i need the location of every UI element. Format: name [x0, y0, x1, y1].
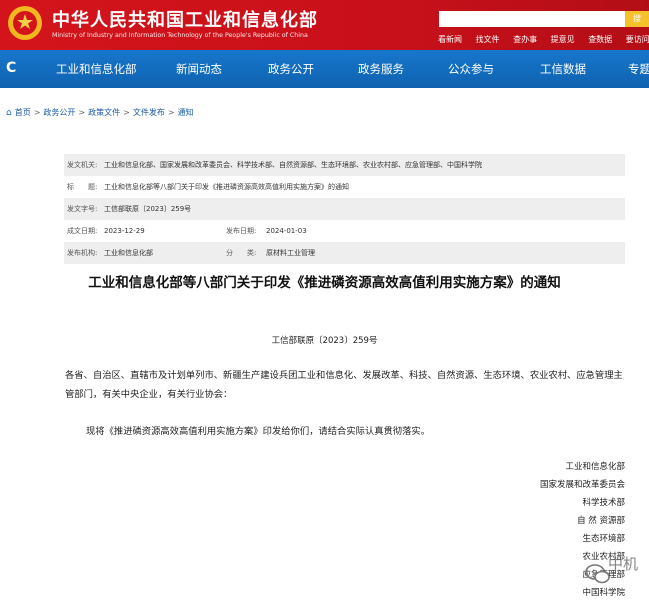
- search-input[interactable]: [439, 11, 625, 27]
- doc-no-label: 发文字号:: [67, 205, 98, 213]
- article-addressees: 各省、自治区、直辖市及计划单列市、新疆生产建设兵团工业和信息化、发展改革、科技、…: [65, 370, 623, 400]
- site-header: 中华人民共和国工业和信息化部 Ministry of Industry and …: [0, 0, 649, 50]
- home-icon: ⌂: [6, 108, 12, 118]
- title-value: 工业和信息化部等八部门关于印发《推进磷资源高效高值利用实施方案》的通知: [104, 183, 349, 191]
- category-label: 分 类:: [226, 249, 257, 257]
- meta-row-dates: 成文日期: 2023-12-29 发布日期: 2024-01-03: [64, 220, 625, 242]
- nav-item-gov-services[interactable]: 政务服务: [358, 61, 404, 77]
- org-value: 工业和信息化部: [104, 249, 153, 257]
- article-doc-number: 工信部联原〔2023〕259号: [271, 336, 378, 346]
- breadcrumb: ⌂ 首页 > 政务公开 > 政策文件 > 文件发布 > 通知: [6, 107, 194, 118]
- nav-item-gov-affairs[interactable]: 政务公开: [268, 61, 314, 77]
- breadcrumb-separator: >: [78, 108, 86, 117]
- doc-no-value: 工信部联原〔2023〕259号: [104, 205, 192, 213]
- top-link-feedback[interactable]: 提意见: [551, 35, 575, 44]
- document-meta: 发文机关: 工业和信息化部、国家发展和改革委员会、科学技术部、自然资源部、生态环…: [64, 154, 625, 264]
- main-nav: C 工业和信息化部 新闻动态 政务公开 政务服务 公众参与 工信数据 专题: [0, 50, 649, 88]
- signer: 生态环境部: [582, 534, 625, 544]
- meta-row-title: 标 题: 工业和信息化部等八部门关于印发《推进磷资源高效高值利用实施方案》的通知: [64, 176, 625, 198]
- breadcrumb-notice[interactable]: 通知: [178, 108, 194, 117]
- top-link-services[interactable]: 查办事: [513, 35, 537, 44]
- breadcrumb-home[interactable]: 首页: [15, 108, 31, 117]
- written-date-label: 成文日期:: [67, 227, 98, 235]
- signer: 国家发展和改革委员会: [539, 480, 625, 490]
- published-date-value: 2024-01-03: [266, 227, 307, 235]
- published-date-label: 发布日期:: [226, 227, 257, 235]
- nav-item-news[interactable]: 新闻动态: [176, 61, 222, 77]
- breadcrumb-policy[interactable]: 政策文件: [88, 108, 120, 117]
- issuer-value: 工业和信息化部、国家发展和改革委员会、科学技术部、自然资源部、生态环境部、农业农…: [104, 161, 482, 169]
- breadcrumb-separator: >: [123, 108, 130, 117]
- issuer-label: 发文机关:: [67, 161, 98, 169]
- meta-row-docno: 发文字号: 工信部联原〔2023〕259号: [64, 198, 625, 220]
- nav-logo-icon[interactable]: C: [6, 60, 16, 76]
- nav-item-ministry[interactable]: 工业和信息化部: [56, 61, 137, 77]
- nav-item-topics[interactable]: 专题: [628, 61, 649, 77]
- top-link-files[interactable]: 找文件: [476, 35, 500, 44]
- top-links: 看新闻 找文件 查办事 提意见 查数据 要访问: [438, 34, 649, 45]
- top-link-data[interactable]: 查数据: [588, 35, 612, 44]
- breadcrumb-gov-affairs[interactable]: 政务公开: [43, 108, 75, 117]
- signer: 自 然 资源部: [577, 516, 625, 526]
- site-subtitle: Ministry of Industry and Information Tec…: [52, 32, 308, 39]
- written-date-value: 2023-12-29: [104, 227, 145, 235]
- top-link-news[interactable]: 看新闻: [438, 35, 462, 44]
- title-label: 标 题:: [67, 183, 98, 191]
- top-link-visit[interactable]: 要访问: [626, 35, 649, 44]
- signer: 科学技术部: [582, 498, 625, 508]
- category-value: 原材料工业管理: [266, 249, 315, 257]
- site-title[interactable]: 中华人民共和国工业和信息化部: [52, 6, 318, 32]
- search-button[interactable]: 搜: [625, 11, 649, 27]
- article-body: 现将《推进磷资源高效高值利用实施方案》印发给你们，请结合实际认真贯彻落实。: [86, 426, 430, 437]
- article-title: 工业和信息化部等八部门关于印发《推进磷资源高效高值利用实施方案》的通知: [88, 275, 561, 291]
- signer: 工业和信息化部: [565, 462, 625, 472]
- nav-item-data[interactable]: 工信数据: [540, 61, 586, 77]
- breadcrumb-separator: >: [167, 108, 175, 117]
- watermark-text: 中机: [608, 555, 639, 573]
- meta-row-issuer: 发文机关: 工业和信息化部、国家发展和改革委员会、科学技术部、自然资源部、生态环…: [64, 154, 625, 176]
- nav-item-public[interactable]: 公众参与: [448, 61, 494, 77]
- breadcrumb-release[interactable]: 文件发布: [133, 108, 165, 117]
- breadcrumb-separator: >: [33, 108, 41, 117]
- meta-row-org: 发布机构: 工业和信息化部 分 类: 原材料工业管理: [64, 242, 625, 264]
- org-label: 发布机构:: [67, 249, 98, 257]
- national-emblem-icon: [8, 6, 42, 40]
